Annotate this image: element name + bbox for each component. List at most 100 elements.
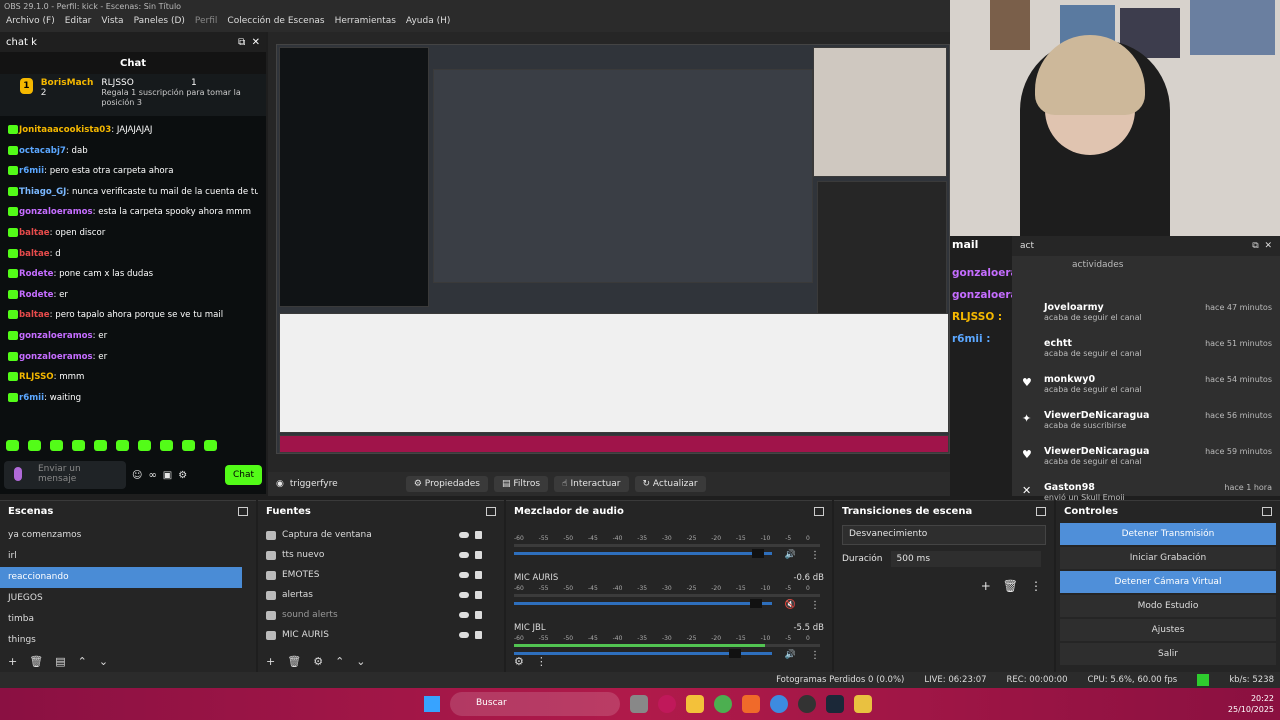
control-button[interactable]: Iniciar Grabación [1060,547,1276,569]
chat-username[interactable]: Rodete [19,269,53,279]
undock-icon[interactable] [1262,506,1272,516]
store-icon[interactable]: ▣ [163,470,172,481]
notes-icon[interactable] [854,695,872,713]
visibility-icon[interactable] [459,592,469,598]
chat-username[interactable]: gonzaloeramos [19,331,93,341]
properties-button[interactable]: ⚙ Propiedades [405,476,488,492]
transition-select[interactable]: Desvanecimiento [842,525,1046,545]
menu-item[interactable]: Colección de Escenas [227,16,324,30]
source-item[interactable]: Captura de ventana [258,525,490,545]
obs-studio-icon[interactable] [798,695,816,713]
undock-icon[interactable] [1036,506,1046,516]
chat-username[interactable]: baltae [19,228,50,238]
visibility-icon[interactable] [459,552,469,558]
visibility-icon[interactable] [459,612,469,618]
activity-item[interactable]: Joveloarmy acaba de seguir el canal hace 4… [1012,298,1280,334]
up-icon[interactable]: ⌃ [335,655,344,668]
control-button[interactable]: Detener Cámara Virtual [1060,571,1276,593]
chrome-icon[interactable] [714,695,732,713]
menu-item[interactable]: Ayuda (H) [406,16,450,30]
source-item[interactable]: alertas [258,585,490,605]
undock-icon[interactable] [814,506,824,516]
activity-item[interactable]: ♥ ViewerDeNicaragua acaba de seguir el can… [1012,442,1280,478]
menu-item[interactable]: Vista [101,16,123,30]
lock-icon[interactable] [475,571,482,579]
source-item[interactable]: EMOTES [258,565,490,585]
chat-username[interactable]: Thiago_GJ [19,187,66,197]
menu-icon[interactable]: ⋮ [810,600,820,611]
menu-item[interactable]: Archivo (F) [6,16,55,30]
undock-icon[interactable]: ⧉ [238,37,245,48]
volume-fader[interactable] [514,549,772,558]
lock-icon[interactable] [475,551,482,559]
fader-knob[interactable] [749,599,762,608]
gear-icon[interactable]: ⚙ [313,655,323,668]
refresh-button[interactable]: ↻ Actualizar [634,476,706,492]
fader-knob[interactable] [752,549,765,558]
source-item[interactable]: tts nuevo [258,545,490,565]
menu-item[interactable]: Editar [65,16,92,30]
activity-item[interactable]: echtt acaba de seguir el canal hace 51 min… [1012,334,1280,370]
settings-icon[interactable]: ⚙ [178,470,187,481]
scene-item[interactable]: JUEGOS [0,588,242,609]
control-button[interactable]: Salir [1060,643,1276,665]
menu-icon[interactable]: ⋮ [1030,579,1042,593]
volume-fader[interactable] [514,649,772,658]
chat-input[interactable]: Enviar un mensaje [4,461,126,489]
undock-icon[interactable] [238,506,248,516]
app-icon[interactable] [770,695,788,713]
menu-item[interactable]: Herramientas [335,16,396,30]
task-view-icon[interactable] [630,695,648,713]
scene-item[interactable]: irl [0,546,242,567]
filters-button[interactable]: ▤ Filtros [494,476,549,492]
visibility-icon[interactable] [459,532,469,538]
windows-start-icon[interactable] [424,696,440,712]
delete-icon[interactable]: 🗑 [1003,579,1018,593]
close-icon[interactable]: ✕ [1264,241,1272,251]
menu-item[interactable]: Paneles (D) [134,16,185,30]
source-item[interactable]: MIC AURIS [258,625,490,645]
control-button[interactable]: Modo Estudio [1060,595,1276,617]
emote-bar[interactable] [6,440,217,451]
explorer-icon[interactable] [686,695,704,713]
scene-item[interactable]: ya comenzamos [0,525,242,546]
up-icon[interactable]: ⌃ [78,655,87,668]
volume-fader[interactable] [514,599,772,608]
visibility-icon[interactable] [459,572,469,578]
brave-icon[interactable] [742,695,760,713]
add-transition-icon[interactable]: + [981,579,991,593]
control-button[interactable]: Detener Transmisión [1060,523,1276,545]
undock-icon[interactable]: ⧉ [1252,241,1258,251]
duration-input[interactable]: 500 ms [890,551,1041,567]
chat-username[interactable]: Jonitaaacookista03 [19,125,111,135]
obs-icon[interactable] [658,695,676,713]
scene-item[interactable]: reaccionando [0,567,242,588]
speaker-icon[interactable]: 🔊 [785,650,796,660]
menu-icon[interactable]: ⋮ [810,550,820,561]
filter-icon[interactable]: ▤ [55,655,65,668]
chat-username[interactable]: r6mii [19,166,44,176]
interact-button[interactable]: ☝ Interactuar [554,476,629,492]
chat-username[interactable]: gonzaloeramos [19,207,93,217]
lock-icon[interactable] [475,611,482,619]
gear-icon[interactable]: ⚙ [514,655,524,668]
control-button[interactable]: Ajustes [1060,619,1276,641]
chat-username[interactable]: gonzaloeramos [19,352,93,362]
visibility-icon[interactable] [459,632,469,638]
steam-icon[interactable] [826,695,844,713]
chat-username[interactable]: baltae [19,249,50,259]
activity-item[interactable]: ♥ monkwy0 acaba de seguir el canal hace 54 … [1012,370,1280,406]
chat-username[interactable]: RLJSSO [19,372,54,382]
delete-icon[interactable]: 🗑 [29,655,43,668]
chat-username[interactable]: octacabj7 [19,146,66,156]
down-icon[interactable]: ⌄ [356,655,365,668]
taskbar-search[interactable]: Buscar [450,692,620,716]
lock-icon[interactable] [475,631,482,639]
menu-item[interactable]: Perfil [195,16,218,30]
fader-knob[interactable] [729,649,742,658]
source-item[interactable]: sound alerts [258,605,490,625]
muted-speaker-icon[interactable]: 🔇 [785,600,796,610]
add-icon[interactable]: + [266,655,275,668]
down-icon[interactable]: ⌄ [99,655,108,668]
undock-icon[interactable] [486,506,496,516]
